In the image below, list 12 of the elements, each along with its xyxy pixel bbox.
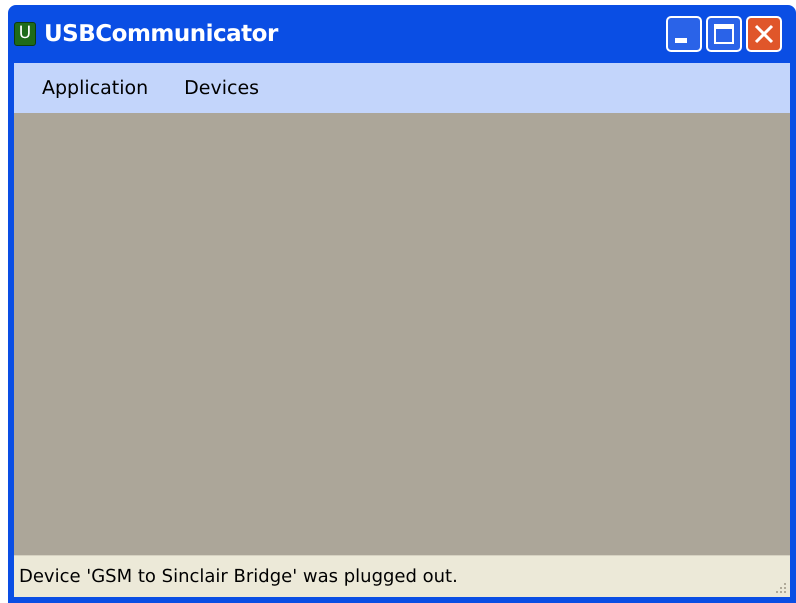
close-button[interactable] (746, 16, 782, 52)
menu-item[interactable]: Application (28, 70, 162, 106)
close-icon (754, 24, 774, 44)
app-icon: U (14, 22, 36, 46)
resize-grip-icon (775, 582, 787, 594)
window-title: USBCommunicator (44, 20, 278, 49)
maximize-icon (714, 24, 734, 44)
minimize-button[interactable] (666, 16, 702, 52)
menu-item[interactable]: Devices (170, 70, 274, 106)
maximize-button[interactable] (706, 16, 742, 52)
minimize-icon (675, 38, 687, 43)
status-text: Device 'GSM to Sinclair Bridge' was plugged out. (19, 565, 459, 589)
